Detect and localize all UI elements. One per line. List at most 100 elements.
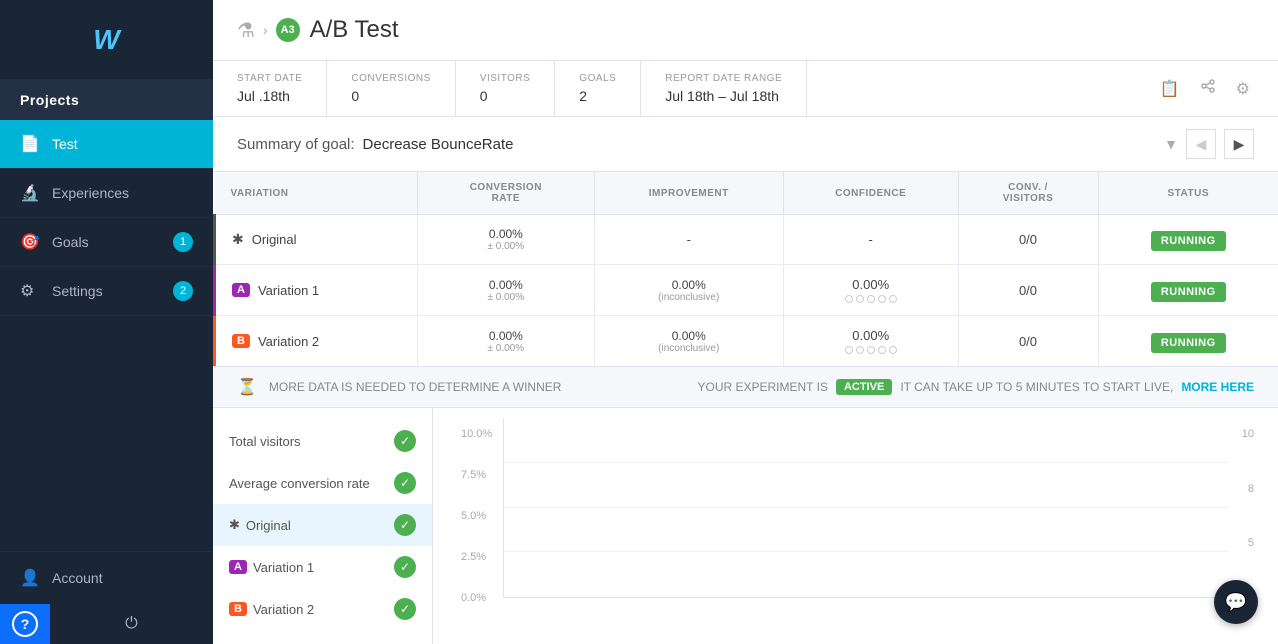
improvement-value: 0.00% xyxy=(611,278,767,292)
variation-name-cell: A Variation 1 xyxy=(215,265,418,316)
sidebar: W Projects 📄 Test 🔬 Experiences 🎯 Goals … xyxy=(0,0,213,644)
share-button[interactable] xyxy=(1196,74,1220,103)
sidebar-item-label: Experiences xyxy=(52,185,129,201)
summary-goal-name: Decrease BounceRate xyxy=(363,136,514,153)
status-cell: RUNNING xyxy=(1098,316,1278,367)
start-date-stat: START DATE Jul .18th xyxy=(237,61,327,116)
confidence-dot xyxy=(845,295,853,303)
logo-icon: W xyxy=(93,24,119,56)
confidence-cell: 0.00% xyxy=(783,265,958,316)
y-label-left: 7.5% xyxy=(461,469,495,481)
more-here-link[interactable]: MORE HERE xyxy=(1181,380,1254,394)
confidence-dot xyxy=(867,295,875,303)
sidebar-item-experiences[interactable]: 🔬 Experiences xyxy=(0,169,213,218)
results-table: VARIATION CONVERSIONRATE IMPROVEMENT CON… xyxy=(213,172,1278,367)
page-header: ⚗ › A3 A/B Test xyxy=(213,0,1278,61)
col-status: STATUS xyxy=(1098,172,1278,215)
chart-legend: Total visitors ✓ Average conversion rate… xyxy=(213,408,433,644)
help-button[interactable]: ? xyxy=(0,604,50,644)
legend-label: Variation 1 xyxy=(253,560,314,575)
conv-rate-value: 0.00% xyxy=(434,329,577,343)
legend-item-original[interactable]: ✱ Original ✓ xyxy=(213,504,432,546)
goals-badge: 1 xyxy=(173,232,193,252)
legend-label: Original xyxy=(246,518,291,533)
goals-label: GOALS xyxy=(579,73,616,84)
visitors-stat: VISITORS 0 xyxy=(480,61,556,116)
next-button[interactable]: ▶ xyxy=(1224,129,1254,159)
visitors-value: 0 xyxy=(480,88,531,104)
status-cell: RUNNING xyxy=(1098,265,1278,316)
confidence-value: 0.00% xyxy=(800,277,942,292)
account-section[interactable]: 👤 Account xyxy=(0,552,213,604)
y-label-left: 2.5% xyxy=(461,551,495,563)
summary-prefix: Summary of goal: xyxy=(237,136,355,153)
chat-button[interactable]: 💬 xyxy=(1214,580,1258,624)
conv-rate-value: 0.00% xyxy=(434,227,577,241)
summary-dropdown-icon[interactable]: ▼ xyxy=(1164,136,1178,152)
variation-marker: A xyxy=(232,283,250,297)
flask-icon: ⚗ xyxy=(237,18,255,43)
help-circle-icon: ? xyxy=(12,611,38,637)
grid-line xyxy=(504,507,1228,508)
conv-rate-margin: ± 0.00% xyxy=(434,343,577,354)
start-date-value: Jul .18th xyxy=(237,88,302,104)
legend-item-variation-2[interactable]: B Variation 2 ✓ xyxy=(213,588,432,630)
variation-name: Variation 1 xyxy=(258,283,319,298)
goals-value: 2 xyxy=(579,88,616,104)
confidence-dot xyxy=(889,295,897,303)
variation-marker: B xyxy=(232,334,250,348)
power-button[interactable]: ⏻ xyxy=(50,605,213,643)
experiences-icon: 🔬 xyxy=(20,183,40,203)
confidence-dot xyxy=(867,346,875,354)
summary-actions: ▼ ◀ ▶ xyxy=(1164,129,1254,159)
confidence-value: 0.00% xyxy=(800,328,942,343)
conv-rate-cell: 0.00% ± 0.00% xyxy=(418,316,594,367)
breadcrumb-arrow: › xyxy=(263,22,268,38)
legend-item-total-visitors[interactable]: Total visitors ✓ xyxy=(213,420,432,462)
prev-button[interactable]: ◀ xyxy=(1186,129,1216,159)
sidebar-item-test[interactable]: 📄 Test xyxy=(0,120,213,169)
sidebar-item-settings[interactable]: ⚙ Settings 2 xyxy=(0,267,213,316)
variation-name-cell: ✱ Original xyxy=(215,215,418,265)
improvement-cell: - xyxy=(594,215,783,265)
conv-rate-margin: ± 0.00% xyxy=(434,241,577,252)
chart-y-labels-left: 10.0%7.5%5.0%2.5%0.0% xyxy=(453,428,503,604)
sidebar-item-label: Goals xyxy=(52,234,89,250)
legend-item-avg-conv-rate[interactable]: Average conversion rate ✓ xyxy=(213,462,432,504)
y-label-left: 0.0% xyxy=(461,592,495,604)
legend-check-icon: ✓ xyxy=(394,556,416,578)
table-row: ✱ Original 0.00% ± 0.00% - - 0/0 RUNNING xyxy=(215,215,1278,265)
conv-rate-margin: ± 0.00% xyxy=(434,292,577,303)
col-variation: VARIATION xyxy=(215,172,418,215)
chat-icon: 💬 xyxy=(1225,592,1247,613)
report-label: REPORT DATE RANGE xyxy=(665,73,782,84)
col-improvement: IMPROVEMENT xyxy=(594,172,783,215)
legend-label: Variation 2 xyxy=(253,602,314,617)
sidebar-item-goals[interactable]: 🎯 Goals 1 xyxy=(0,218,213,267)
copy-button[interactable]: 📋 xyxy=(1156,75,1184,103)
grid-line xyxy=(504,551,1228,552)
y-label-right: 10 xyxy=(1232,428,1254,440)
grid-line xyxy=(504,462,1228,463)
confidence-dot xyxy=(889,346,897,354)
chart-container: 10.0%7.5%5.0%2.5%0.0% 10853 xyxy=(433,408,1278,644)
conv-visitors-cell: 0/0 xyxy=(958,215,1098,265)
active-badge: ACTIVE xyxy=(836,379,892,395)
improvement-cell: 0.00%(inconclusive) xyxy=(594,316,783,367)
y-label-right: 8 xyxy=(1232,483,1254,495)
improvement-value: 0.00% xyxy=(611,329,767,343)
page-title: A/B Test xyxy=(310,16,399,44)
legend-item-variation-1[interactable]: A Variation 1 ✓ xyxy=(213,546,432,588)
table-row: B Variation 2 0.00% ± 0.00% 0.00%(inconc… xyxy=(215,316,1278,367)
y-label-right: 5 xyxy=(1232,537,1254,549)
confidence-cell: 0.00% xyxy=(783,316,958,367)
settings-button[interactable]: ⚙ xyxy=(1232,75,1254,103)
conv-rate-cell: 0.00% ± 0.00% xyxy=(418,265,594,316)
sidebar-bottom: 👤 Account ? ⏻ xyxy=(0,551,213,644)
main-content: ⚗ › A3 A/B Test START DATE Jul .18th CON… xyxy=(213,0,1278,644)
sidebar-item-label: Test xyxy=(52,136,78,152)
confidence-dot xyxy=(856,295,864,303)
summary-bar: Summary of goal: Decrease BounceRate ▼ ◀… xyxy=(213,117,1278,172)
legend-check-icon: ✓ xyxy=(394,514,416,536)
settings-icon: ⚙ xyxy=(20,281,40,301)
